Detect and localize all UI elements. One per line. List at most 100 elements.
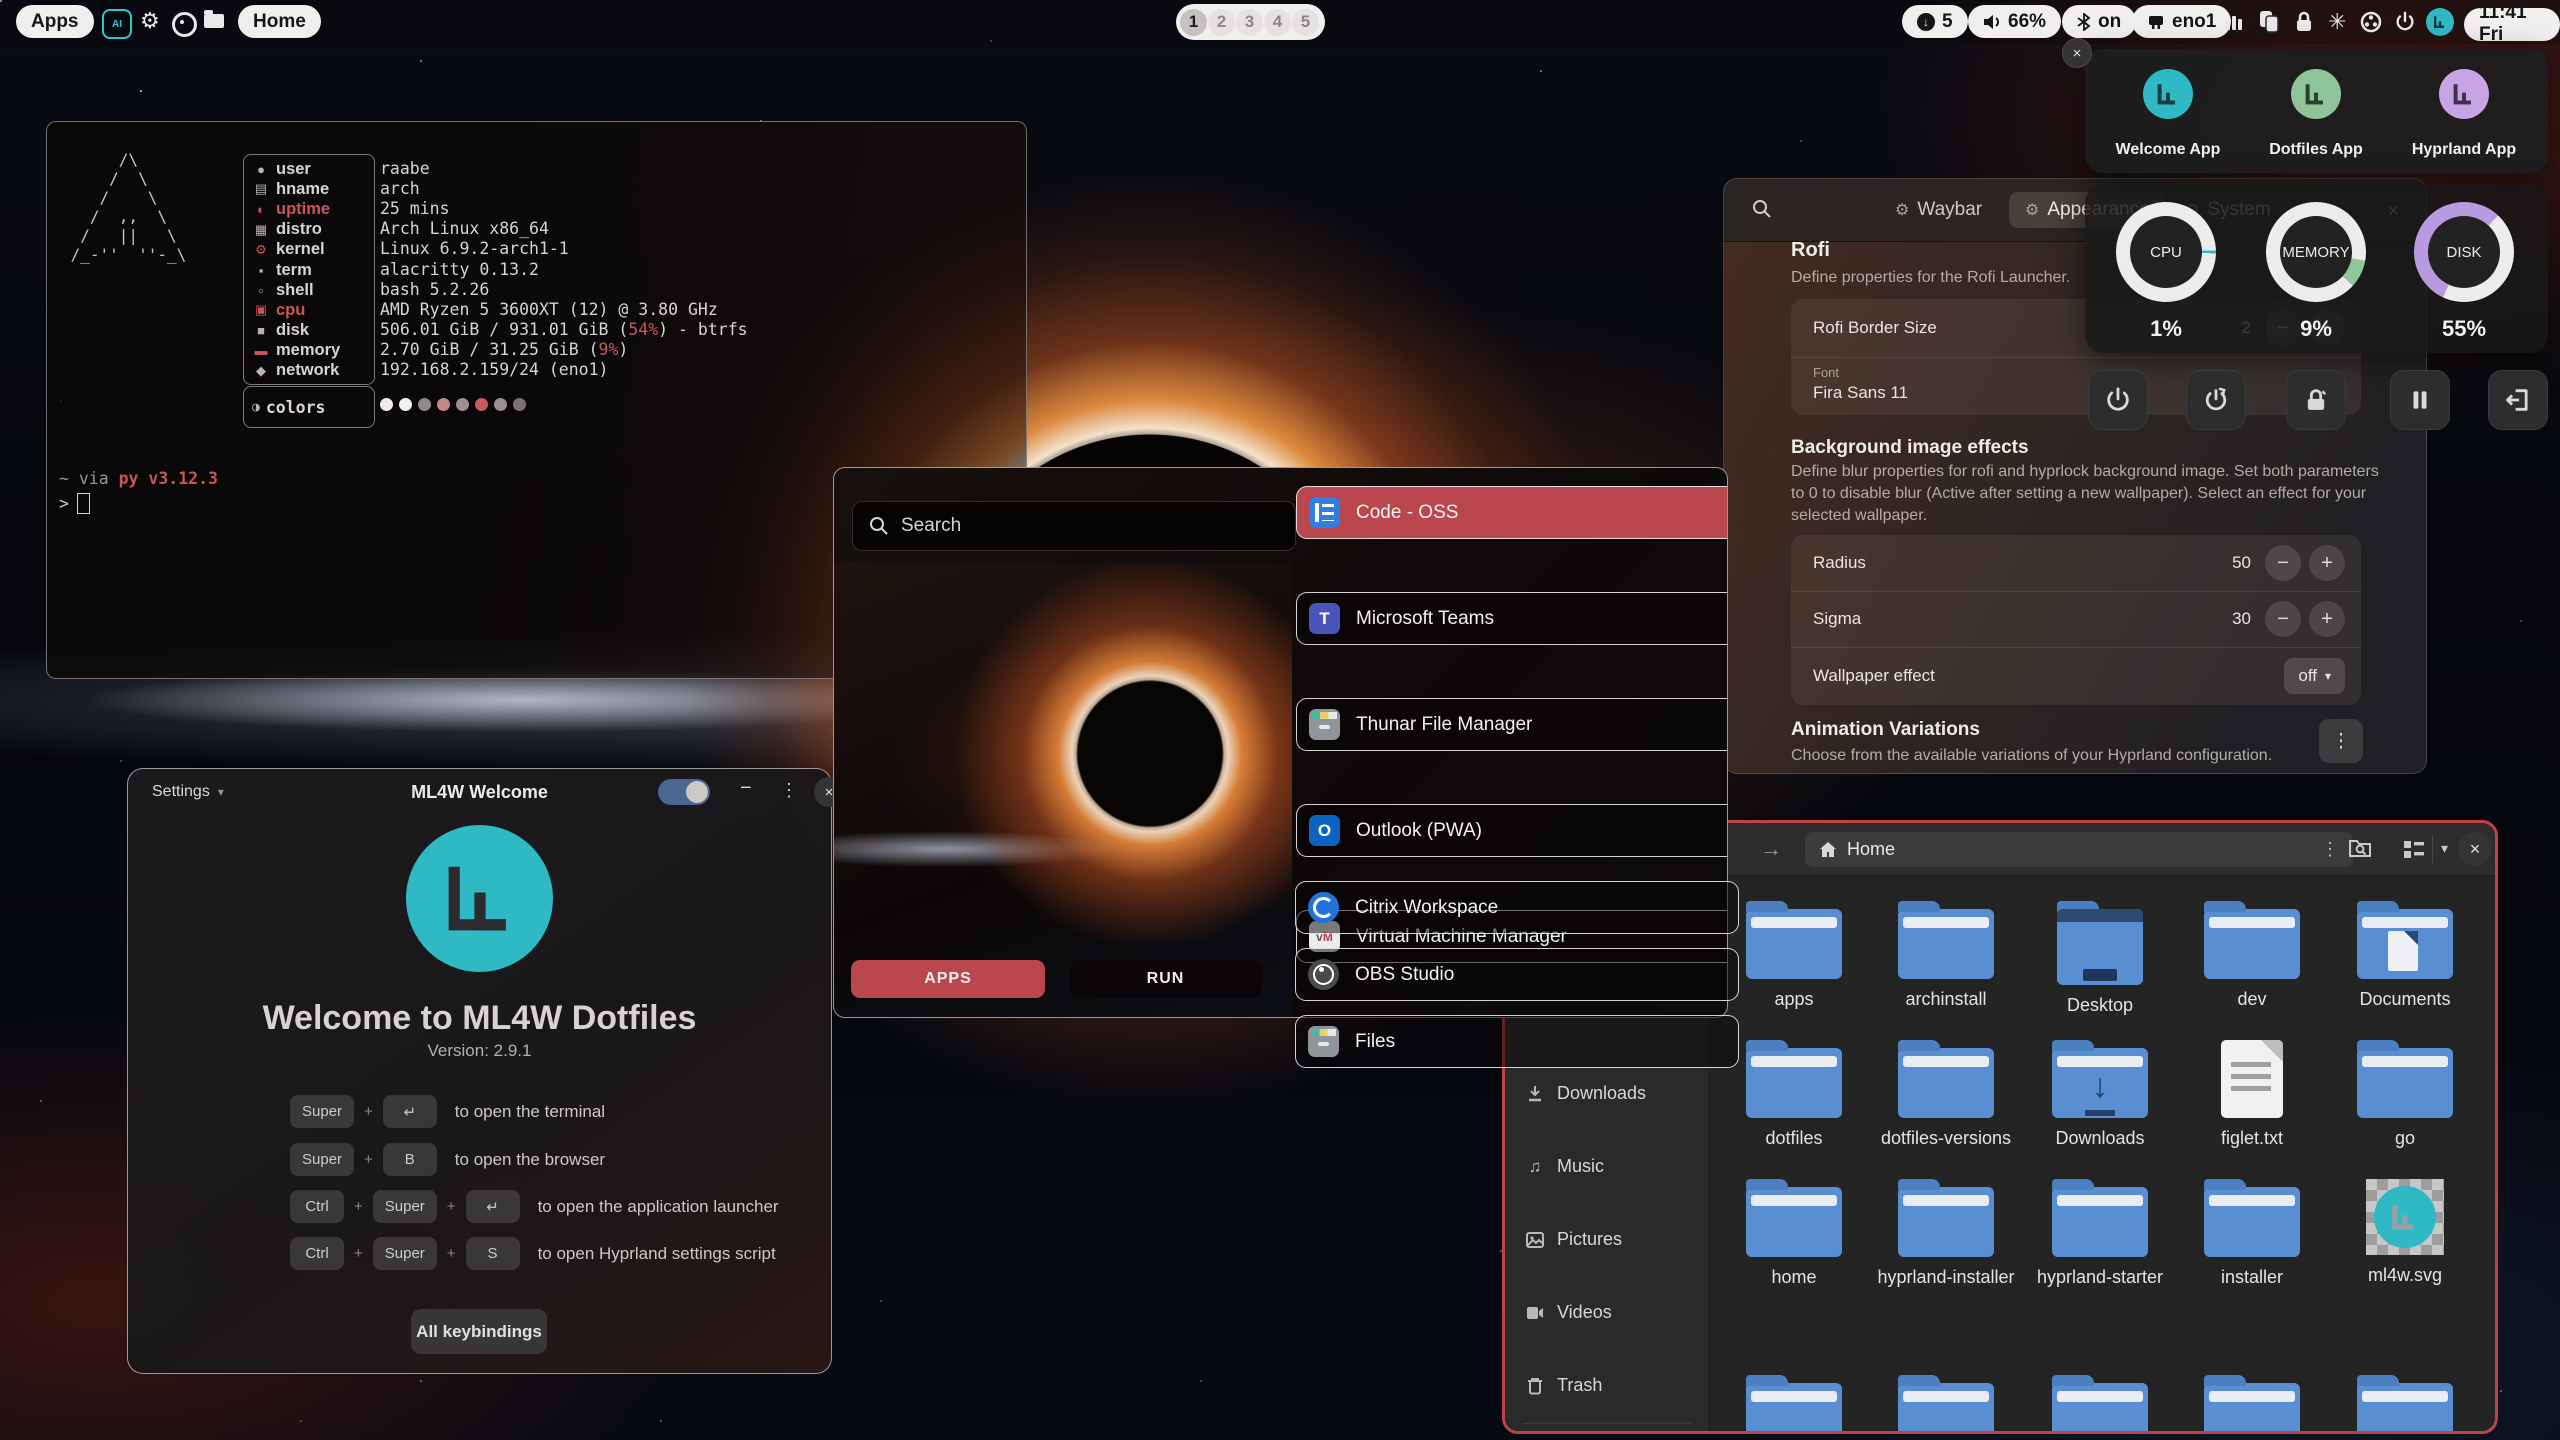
file-row4-folder[interactable] — [2177, 1375, 2327, 1434]
ml4w-update-icon[interactable]: AI — [102, 9, 132, 39]
workspace-4[interactable]: 4 — [1264, 9, 1291, 36]
view-toggle-icon[interactable] — [2403, 839, 2425, 859]
colors-row: ◑colors — [243, 386, 375, 428]
file-dotfiles[interactable]: dotfiles — [1719, 1040, 1869, 1149]
file-ml4w-svg[interactable]: ml4w.svg — [2330, 1179, 2480, 1286]
rofi-launcher: Search Code - OSS T Microsoft Teams Thun… — [833, 467, 1728, 1018]
path-bar[interactable]: Home ⋮ — [1805, 832, 2353, 867]
term-icon: ▪ — [252, 263, 270, 278]
apps-menu-button[interactable]: Apps — [16, 5, 94, 38]
rofi-item-teams[interactable]: T Microsoft Teams — [1296, 592, 1728, 645]
file-row4-folder[interactable] — [1719, 1375, 1869, 1434]
rofi-item-code-oss[interactable]: Code - OSS — [1296, 486, 1728, 539]
panel-close-icon[interactable]: × — [2062, 38, 2092, 68]
search-input[interactable]: Search — [852, 501, 1296, 551]
text-cursor — [77, 493, 90, 514]
ml4w-logo-icon[interactable] — [2426, 8, 2454, 36]
forward-icon[interactable]: → — [1760, 836, 1782, 862]
all-keybindings-button[interactable]: All keybindings — [411, 1309, 547, 1354]
search-icon[interactable] — [1752, 199, 1772, 219]
workspace-5[interactable]: 5 — [1292, 9, 1319, 36]
browser-icon[interactable] — [172, 12, 197, 37]
dotfiles-app-launcher[interactable]: Dotfiles App — [2241, 69, 2391, 159]
gear-icon[interactable]: ⚙ — [140, 8, 160, 34]
file-archinstall[interactable]: archinstall — [1871, 901, 2021, 1010]
network-indicator[interactable]: eno1 — [2132, 5, 2231, 38]
file-row4-folder[interactable] — [2025, 1375, 2175, 1434]
file-figlet-txt[interactable]: figlet.txt — [2177, 1040, 2327, 1149]
animation-menu-button[interactable]: ⋮ — [2319, 719, 2363, 763]
color-palette — [380, 398, 526, 411]
file-apps[interactable]: apps — [1719, 901, 1869, 1010]
home-button[interactable]: Home — [238, 5, 321, 38]
shutdown-button[interactable] — [2088, 370, 2148, 430]
sidebar-item-videos[interactable]: Videos — [1525, 1302, 1612, 1323]
sidebar-item-downloads[interactable]: Downloads — [1525, 1083, 1646, 1104]
file-documents[interactable]: Documents — [2330, 901, 2480, 1010]
bluetooth-indicator[interactable]: on — [2062, 5, 2136, 38]
file-dev[interactable]: dev — [2177, 901, 2327, 1010]
font-value[interactable]: Fira Sans 11 — [1813, 383, 1908, 403]
system-stats-panel: CPU 1% MEMORY 9% DISK 55% — [2085, 185, 2548, 353]
updates-indicator[interactable]: ↓ 5 — [1902, 5, 1968, 38]
workspace-2[interactable]: 2 — [1208, 9, 1235, 36]
workspace-1[interactable]: 1 — [1180, 9, 1207, 36]
volume-indicator[interactable]: 66% — [1968, 5, 2061, 38]
downloads-folder-icon: ↓ — [2052, 1048, 2148, 1118]
plus-button[interactable]: + — [2309, 601, 2345, 637]
animation-desc: Choose from the available variations of … — [1791, 747, 2272, 765]
minus-button[interactable]: − — [2265, 545, 2301, 581]
toggle-switch[interactable] — [658, 779, 710, 805]
quick-apps-panel: Welcome App Dotfiles App Hyprland App — [2085, 49, 2548, 173]
rofi-item-vmm[interactable]: vM Virtual Machine Manager — [1296, 910, 1728, 963]
power-icon[interactable] — [2394, 10, 2416, 34]
clipboard-icon[interactable] — [2258, 10, 2280, 34]
lock-icon[interactable] — [2294, 10, 2314, 34]
folder-icon[interactable] — [204, 14, 224, 28]
speaker-icon — [1983, 14, 2001, 30]
suspend-button[interactable] — [2390, 370, 2450, 430]
welcome-heading: Welcome to ML4W Dotfiles — [128, 999, 831, 1038]
sidebar-item-trash[interactable]: Trash — [1525, 1375, 1602, 1396]
sidebar-item-music[interactable]: ♫Music — [1525, 1156, 1604, 1177]
rofi-item-thunar[interactable]: Thunar File Manager — [1296, 698, 1728, 751]
menu-dots-icon[interactable]: ⋮ — [780, 780, 798, 801]
folder-icon — [1746, 1187, 1842, 1257]
wallpaper-effect-dropdown[interactable]: off▾ — [2284, 658, 2345, 694]
plus-button[interactable]: + — [2309, 545, 2345, 581]
file-home[interactable]: home — [1719, 1179, 1869, 1288]
file-row4-folder[interactable] — [1871, 1375, 2021, 1434]
file-hyprland-installer[interactable]: hyprland-installer — [1871, 1179, 2021, 1288]
clock[interactable]: 11:41 Fri — [2464, 8, 2560, 41]
search-folder-icon[interactable] — [2348, 837, 2372, 859]
minus-button[interactable]: − — [2265, 601, 2301, 637]
welcome-app-launcher[interactable]: Welcome App — [2093, 69, 2243, 159]
obs-icon[interactable] — [2360, 11, 2382, 33]
reboot-button[interactable] — [2186, 370, 2246, 430]
shell-icon: ▫ — [252, 283, 270, 298]
burst-icon[interactable]: ✳ — [2328, 9, 2346, 35]
file-go[interactable]: go — [2330, 1040, 2480, 1149]
file-downloads[interactable]: ↓ Downloads — [2025, 1040, 2175, 1149]
lock-button[interactable] — [2286, 370, 2346, 430]
file-installer[interactable]: installer — [2177, 1179, 2327, 1288]
logout-button[interactable] — [2488, 370, 2548, 430]
file-hyprland-starter[interactable]: hyprland-starter — [2025, 1179, 2175, 1288]
documents-folder-icon — [2357, 909, 2453, 979]
folder-icon — [2052, 1187, 2148, 1257]
path-menu-icon[interactable]: ⋮ — [2321, 839, 2339, 860]
file-row4-folder[interactable] — [2330, 1375, 2480, 1434]
file-desktop[interactable]: Desktop — [2025, 901, 2175, 1016]
sidebar-item-pictures[interactable]: Pictures — [1525, 1229, 1622, 1250]
file-dotfiles-versions[interactable]: dotfiles-versions — [1871, 1040, 2021, 1149]
tab-waybar[interactable]: ⚙Waybar — [1879, 192, 1998, 228]
view-caret-icon[interactable]: ▾ — [2441, 840, 2448, 857]
workspace-3[interactable]: 3 — [1236, 9, 1263, 36]
rofi-item-outlook[interactable]: O Outlook (PWA) — [1296, 804, 1728, 857]
close-icon[interactable]: × — [2458, 832, 2492, 866]
hyprland-app-launcher[interactable]: Hyprland App — [2389, 69, 2539, 159]
shell-prompt-input[interactable]: > — [59, 493, 90, 514]
folder-icon — [2357, 1383, 2453, 1434]
minimize-icon[interactable]: − — [740, 777, 752, 800]
stats-icon[interactable] — [2224, 12, 2244, 32]
